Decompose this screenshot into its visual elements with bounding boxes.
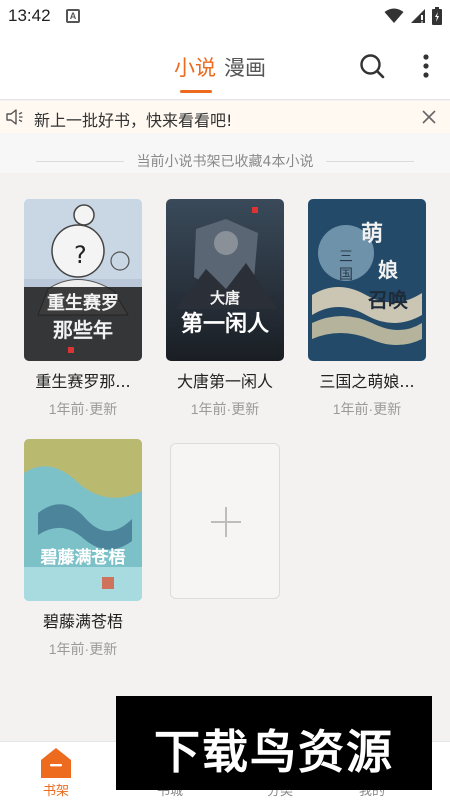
book-title[interactable]: 三国之萌娘...: [296, 368, 438, 392]
search-icon[interactable]: [358, 52, 386, 80]
book-item[interactable]: 碧藤满苍梧 碧藤满苍梧 1年前·更新: [12, 439, 154, 659]
svg-text:娘: 娘: [378, 258, 398, 282]
notice-banner[interactable]: 新上一批好书，快来看看吧!: [0, 101, 450, 133]
book-item[interactable]: 萌 三 国 娘 召唤 三国之萌娘... 1年前·更新: [296, 199, 438, 419]
svg-text:第一闲人: 第一闲人: [181, 311, 269, 337]
nav-label: 书架: [42, 784, 69, 799]
svg-text:?: ?: [74, 241, 87, 269]
status-time: 13:42: [8, 6, 51, 25]
add-book-button[interactable]: [170, 443, 280, 599]
wifi-icon: [384, 8, 404, 23]
tab-comic[interactable]: 漫画: [224, 52, 266, 82]
book-cover[interactable]: 碧藤满苍梧: [24, 439, 142, 601]
book-update-time: 1年前·更新: [48, 401, 118, 417]
book-cover[interactable]: 萌 三 国 娘 召唤: [308, 199, 426, 361]
svg-text:碧藤满苍梧: 碧藤满苍梧: [40, 547, 126, 568]
active-tab-indicator: [180, 90, 212, 93]
close-icon[interactable]: [422, 110, 436, 124]
svg-text:大唐: 大唐: [210, 289, 240, 307]
book-item[interactable]: 大唐 第一闲人 大唐第一闲人 1年前·更新: [154, 199, 296, 419]
book-title[interactable]: 重生赛罗那...: [12, 368, 154, 392]
bookshelf-grid: ? 重生赛罗 那些年 重生赛罗那... 1年前·更新 大唐 第一闲人 大唐第一闲…: [0, 173, 450, 741]
speaker-icon: [6, 109, 23, 125]
svg-text:重生赛罗: 重生赛罗: [47, 292, 119, 314]
svg-text:国: 国: [339, 267, 353, 283]
svg-text:召唤: 召唤: [367, 288, 408, 312]
svg-text:三: 三: [339, 249, 353, 265]
nav-bookshelf[interactable]: 书架: [16, 742, 96, 800]
watermark-text: 下载鸟资源: [154, 725, 394, 779]
book-cover[interactable]: 大唐 第一闲人: [166, 199, 284, 361]
book-update-time: 1年前·更新: [190, 401, 260, 417]
notification-icon: A: [66, 9, 80, 23]
book-cover[interactable]: ? 重生赛罗 那些年: [24, 199, 142, 361]
battery-icon: [432, 7, 442, 25]
shelf-summary: 当前小说书架已收藏4本小说: [136, 154, 314, 170]
book-update-time: 1年前·更新: [48, 641, 118, 657]
signal-icon: [411, 9, 425, 23]
status-bar: 13:42 A: [0, 0, 450, 32]
bookshelf-icon: [41, 748, 71, 778]
book-title[interactable]: 碧藤满苍梧: [12, 608, 154, 632]
plus-icon: [211, 507, 241, 537]
book-title[interactable]: 大唐第一闲人: [154, 368, 296, 392]
svg-text:那些年: 那些年: [53, 318, 113, 342]
status-icons: [384, 6, 442, 26]
more-options-icon[interactable]: [418, 52, 434, 80]
tab-novel[interactable]: 小说: [174, 52, 216, 82]
book-item[interactable]: ? 重生赛罗 那些年 重生赛罗那... 1年前·更新: [12, 199, 154, 419]
notice-text[interactable]: 新上一批好书，快来看看吧!: [34, 107, 232, 131]
top-header: 小说 漫画: [0, 32, 450, 100]
watermark-overlay: 下载鸟资源: [116, 696, 432, 790]
book-update-time: 1年前·更新: [332, 401, 402, 417]
svg-text:萌: 萌: [361, 221, 383, 247]
